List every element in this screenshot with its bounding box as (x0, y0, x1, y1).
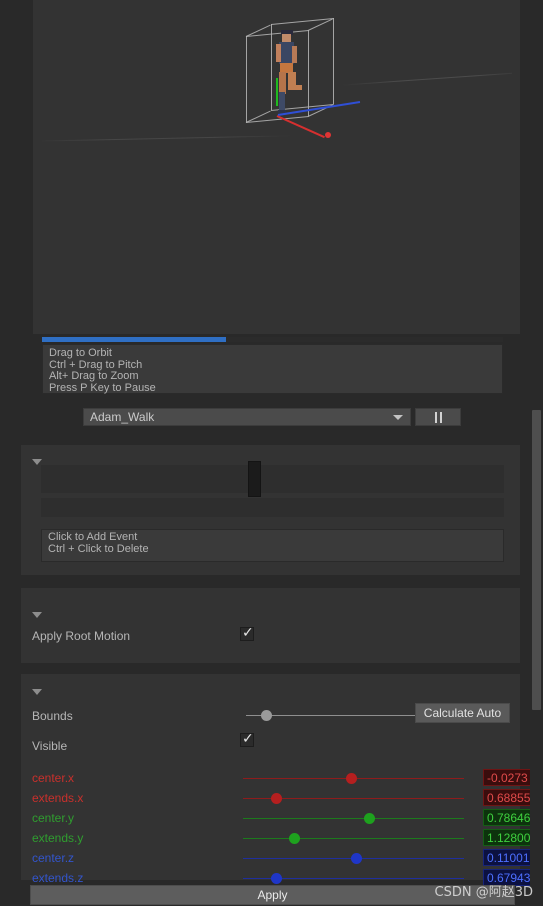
bounds-axis-row-extends-y: extends.y 1.12800 (21, 828, 541, 848)
axis-name-label: center.y (32, 811, 75, 825)
axis-slider-handle[interactable] (288, 833, 300, 844)
axis-slider-track[interactable] (243, 773, 464, 784)
event-marker-track[interactable] (41, 498, 504, 517)
timeline-scrubber-handle[interactable] (247, 461, 261, 497)
visible-label: Visible (32, 739, 68, 753)
event-hint-add: Click to Add Event (48, 531, 138, 543)
preview-3d-viewport[interactable] (42, 0, 512, 334)
gizmo-x-handle (325, 132, 331, 138)
gizmo-y-axis (276, 78, 278, 106)
chevron-down-icon (393, 414, 403, 420)
bounds-foldout-arrow[interactable] (32, 689, 42, 695)
hint-line-pause: Press P Key to Pause (49, 381, 156, 394)
axis-name-label: center.x (32, 771, 75, 785)
preview-controls-hint-box: Drag to Orbit Ctrl + Drag to Pitch Alt+ … (42, 344, 503, 394)
bounds-label: Bounds (32, 709, 73, 723)
animation-timeline-track[interactable] (41, 461, 504, 497)
axis-slider-handle[interactable] (350, 853, 362, 864)
gizmo-z-axis (277, 101, 361, 116)
axis-slider-handle[interactable] (363, 813, 375, 824)
root-motion-section: Apply Root Motion (21, 588, 520, 663)
axis-name-label: extends.y (32, 831, 84, 845)
animation-clip-dropdown[interactable]: Adam_Walk (83, 408, 411, 426)
unity-animation-inspector: Drag to Orbit Ctrl + Drag to Pitch Alt+ … (0, 0, 543, 906)
clip-selector-row: Adam_Walk (0, 405, 520, 433)
hint-line-orbit: Drag to Orbit (49, 347, 112, 359)
axis-slider-track[interactable] (243, 853, 464, 864)
ground-guide-line-right (342, 71, 512, 86)
apply-root-motion-label: Apply Root Motion (32, 629, 131, 643)
clip-dropdown-value: Adam_Walk (90, 410, 155, 424)
axis-slider-handle[interactable] (271, 873, 283, 884)
vertical-scrollbar-thumb[interactable] (532, 410, 541, 710)
axis-slider-track[interactable] (243, 833, 464, 844)
bounds-axis-row-center-x: center.x -0.0273 (21, 768, 541, 788)
preview-progress-track[interactable] (42, 337, 503, 342)
axis-slider-handle[interactable] (271, 793, 283, 804)
event-hint-delete: Ctrl + Click to Delete (48, 542, 149, 555)
bounds-slider-track[interactable] (246, 710, 416, 721)
axis-name-label: center.z (32, 851, 75, 865)
animation-preview-panel[interactable] (33, 0, 520, 334)
events-section: Click to Add Event Ctrl + Click to Delet… (21, 445, 520, 575)
axis-name-label: extends.z (32, 871, 84, 885)
axis-slider-handle[interactable] (346, 773, 358, 784)
gizmo-x-axis (276, 115, 325, 139)
pause-icon-button[interactable] (415, 408, 461, 426)
pause-icon (434, 411, 437, 423)
ground-guide-line (42, 135, 292, 142)
hint-line-zoom: Alt+ Drag to Zoom (49, 370, 139, 382)
visible-checkbox[interactable] (240, 731, 254, 747)
axis-slider-track[interactable] (243, 813, 464, 824)
preview-progress-fill (42, 337, 227, 342)
bounds-axis-row-center-z: center.z 0.11001 (21, 848, 541, 868)
bounds-section: Bounds Calculate Auto Visible center.x-0… (21, 674, 541, 886)
axis-name-label: extends.x (32, 791, 84, 805)
event-hint-box: Click to Add Event Ctrl + Click to Delet… (41, 529, 504, 562)
watermark: CSDN @阿赵3D (434, 885, 533, 900)
bounds-axis-row-center-y: center.y 0.78646 (21, 808, 541, 828)
bounds-slider-handle[interactable] (261, 710, 273, 721)
axis-gizmo (274, 78, 384, 139)
vertical-scrollbar-track[interactable] (530, 0, 543, 906)
calculate-auto-button[interactable]: Calculate Auto (415, 703, 510, 723)
apply-root-motion-checkbox[interactable] (240, 625, 254, 641)
axis-slider-track[interactable] (243, 793, 464, 804)
pause-icon-bar2 (439, 411, 442, 423)
root-motion-foldout-arrow[interactable] (32, 612, 42, 618)
axis-slider-track[interactable] (243, 873, 464, 884)
bounds-axis-row-extends-x: extends.x 0.68855 (21, 788, 541, 808)
